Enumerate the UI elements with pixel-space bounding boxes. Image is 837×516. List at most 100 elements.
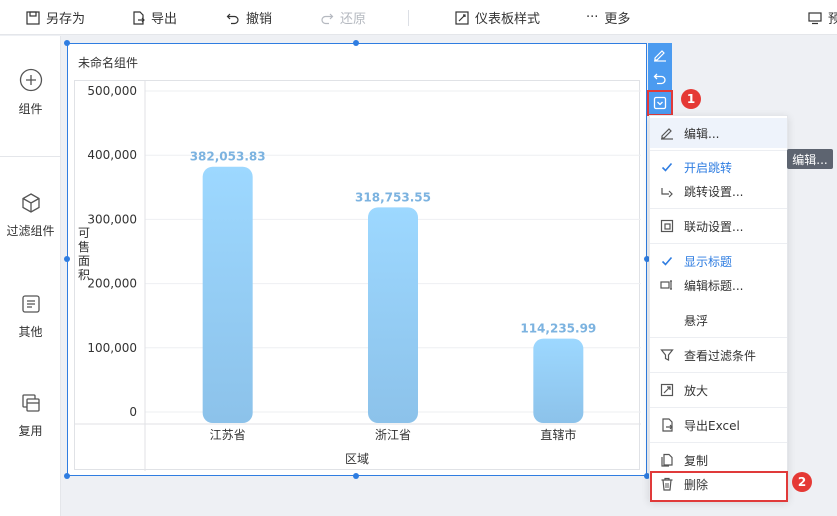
menu-divider [650, 150, 787, 151]
widget-title: 未命名组件 [78, 56, 139, 70]
bar [202, 166, 253, 423]
menu-item-export-excel[interactable]: 导出Excel [650, 410, 787, 440]
x-axis-title: 区域 [345, 452, 369, 466]
more-label: 更多 [604, 12, 631, 27]
menu-item-edit-title-label: 编辑标题... [684, 278, 744, 293]
edit-widget-button[interactable] [648, 43, 672, 67]
menu-item-edit-label: 编辑... [684, 126, 720, 141]
save-as-button[interactable]: 另存为 [26, 0, 85, 35]
check-icon [660, 254, 674, 268]
widget-context-menu: 编辑... 开启跳转 跳转设置... 联动设置... 显示标题 编辑标题... … [649, 115, 788, 501]
components-label: 组件 [18, 102, 43, 116]
menu-item-enlarge[interactable]: 放大 [650, 375, 787, 405]
reuse-nav-item[interactable]: 复用 [0, 392, 61, 439]
check-icon [660, 160, 674, 174]
menu-item-edit[interactable]: 编辑... [650, 118, 787, 148]
filter-components-nav-item[interactable]: 过滤组件 [0, 192, 61, 239]
step-badge-1: 1 [681, 89, 701, 109]
undo-widget-button[interactable] [648, 67, 672, 91]
left-panel-divider [0, 156, 61, 157]
cube-icon [21, 193, 40, 213]
menu-item-jump-settings[interactable]: 跳转设置... [650, 176, 787, 206]
pencil-icon [654, 50, 666, 62]
menu-item-enlarge-label: 放大 [684, 383, 709, 398]
delete-highlight-box [650, 471, 788, 502]
y-tick-label: 200,000 [87, 277, 137, 291]
copy-icon [660, 453, 674, 467]
menu-item-jump-settings-label: 跳转设置... [684, 184, 744, 199]
chart-frame: 0 100,000 200,000 300,000 400,000 500,000 可售面积… [74, 80, 641, 471]
y-axis-title-char: 面 [78, 254, 90, 268]
redo-button[interactable]: 还原 [320, 0, 366, 35]
dashboard-style-label: 仪表板样式 [475, 12, 541, 27]
save-icon [26, 10, 40, 25]
other-label: 其他 [18, 325, 43, 339]
widget-menu-toggle[interactable] [647, 90, 673, 116]
menu-item-copy-label: 复制 [684, 453, 709, 468]
menu-item-enable-jump-label: 开启跳转 [684, 160, 733, 175]
bar-value-label: 318,753.55 [355, 190, 431, 204]
menu-divider [650, 407, 787, 408]
resize-handle-bottom[interactable] [353, 473, 359, 479]
y-tick-label: 500,000 [87, 84, 137, 98]
x-tick-label: 浙江省 [375, 428, 411, 442]
chart-widget[interactable]: 未命名组件 0 100,000 200,000 300,000 400,000 500,0… [67, 43, 647, 476]
export-button[interactable]: 导出 [131, 0, 177, 35]
edit-tooltip: 编辑... [787, 149, 833, 169]
more-button[interactable]: ··· 更多 [586, 0, 630, 35]
preview-button[interactable]: 预 [808, 0, 837, 35]
components-nav-item[interactable]: 组件 [0, 68, 61, 117]
undo-icon [226, 13, 239, 24]
redo-icon [321, 13, 334, 24]
y-tick-label: 0 [129, 405, 137, 419]
menu-divider [650, 208, 787, 209]
bar-value-label: 382,053.83 [190, 150, 266, 164]
resize-handle-bottom-left[interactable] [64, 473, 70, 479]
redo-label: 还原 [340, 12, 367, 27]
menu-item-linkage-settings[interactable]: 联动设置... [650, 211, 787, 241]
step-badge-2: 2 [792, 472, 812, 492]
y-tick-label: 300,000 [87, 212, 137, 226]
toolbar-divider [408, 10, 409, 26]
dashboard-style-icon [455, 10, 469, 25]
export-icon [133, 10, 145, 25]
document-icon [21, 295, 40, 313]
export-icon [660, 418, 674, 432]
y-tick-label: 400,000 [87, 148, 137, 162]
dropdown-box-icon [653, 96, 667, 110]
undo-label: 撤销 [246, 12, 273, 27]
y-tick-label: 100,000 [87, 341, 137, 355]
add-circle-icon [19, 68, 42, 92]
resize-handle-left[interactable] [64, 256, 70, 262]
bar-chart: 0 100,000 200,000 300,000 400,000 500,000 可售面积… [75, 81, 641, 471]
expand-icon [660, 383, 674, 397]
title-edit-icon [660, 278, 674, 292]
bar [368, 207, 418, 423]
preview-label: 预 [828, 12, 837, 27]
menu-item-view-filter[interactable]: 查看过滤条件 [650, 340, 787, 370]
bar [533, 338, 584, 423]
reuse-label: 复用 [18, 424, 43, 438]
other-nav-item[interactable]: 其他 [0, 293, 61, 340]
undo-button[interactable]: 撤销 [226, 0, 272, 35]
menu-item-float[interactable]: 悬浮 [650, 305, 787, 335]
jump-arrow-icon [660, 184, 674, 198]
resize-handle-top-left[interactable] [64, 40, 70, 46]
more-dots-icon: ··· [586, 10, 599, 25]
monitor-icon [808, 11, 822, 24]
menu-item-float-label: 悬浮 [684, 313, 709, 328]
menu-item-edit-title[interactable]: 编辑标题... [650, 270, 787, 300]
bar-value-label: 114,235.99 [520, 322, 596, 336]
menu-item-show-title-label: 显示标题 [684, 254, 733, 269]
dashboard-style-button[interactable]: 仪表板样式 [455, 0, 540, 35]
y-axis-title-char: 可 [78, 226, 90, 240]
layers-icon [21, 394, 40, 412]
resize-handle-top[interactable] [353, 40, 359, 46]
y-axis-title-char: 售 [78, 239, 90, 254]
x-tick-label: 直辖市 [540, 427, 576, 442]
x-tick-label: 江苏省 [210, 428, 246, 442]
pencil-icon [660, 126, 674, 140]
menu-divider [650, 243, 787, 244]
left-panel: 组件 过滤组件 其他 复用 [0, 36, 61, 516]
top-toolbar: 另存为 导出 撤销 还原 仪表板样式 ··· 更多 预 [0, 0, 837, 35]
